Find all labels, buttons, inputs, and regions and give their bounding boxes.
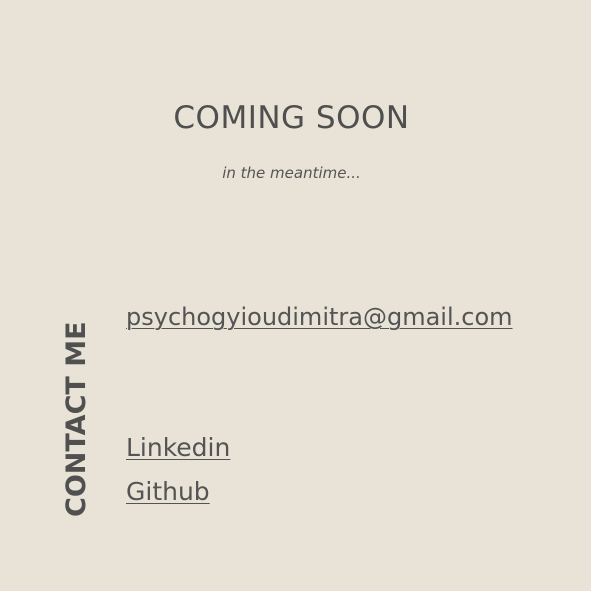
github-link[interactable]: Github bbox=[126, 477, 210, 506]
linkedin-link[interactable]: Linkedin bbox=[126, 433, 230, 462]
contact-label-text: CONTACT ME bbox=[61, 321, 92, 517]
page-title: COMING SOON bbox=[173, 100, 410, 136]
contact-section-label: CONTACT ME bbox=[60, 305, 94, 517]
page-subtitle: in the meantime... bbox=[222, 164, 361, 182]
email-link[interactable]: psychogyioudimitra@gmail.com bbox=[126, 303, 513, 331]
